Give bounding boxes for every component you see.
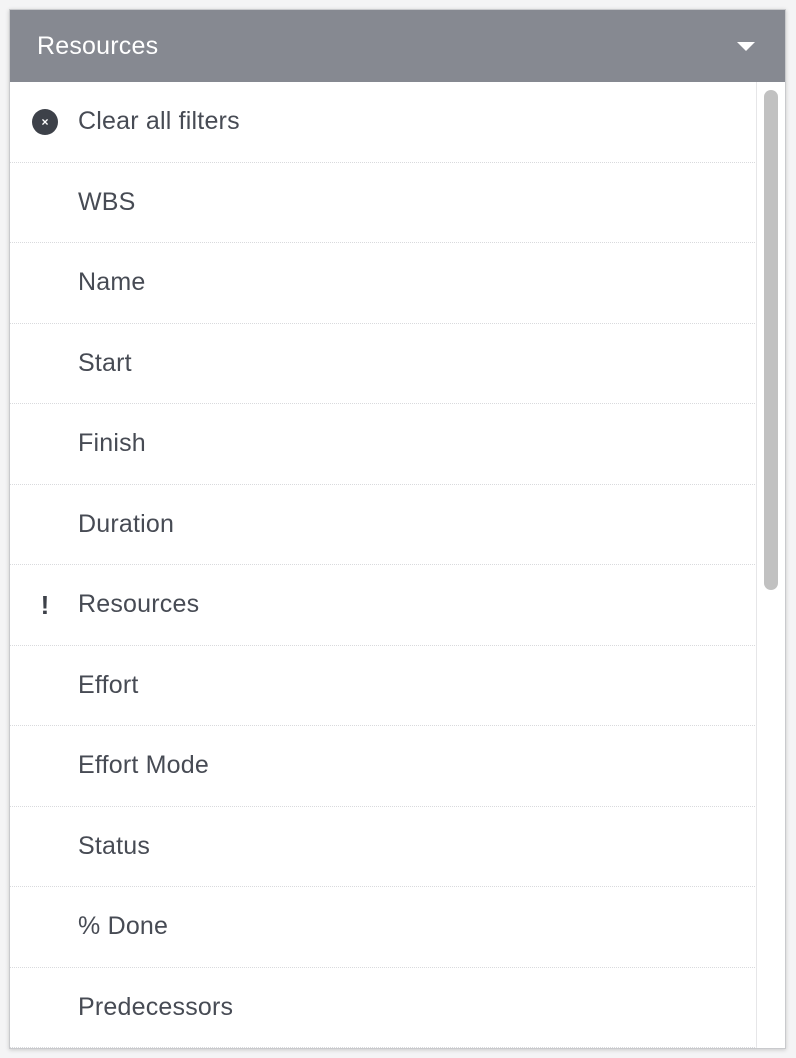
menu-item-label: Start <box>78 348 132 377</box>
menu-item-finish[interactable]: Finish <box>10 404 757 485</box>
dropdown-title: Resources <box>37 31 159 60</box>
menu-item-label: Predecessors <box>78 992 234 1021</box>
menu-item-label: Effort Mode <box>78 751 209 780</box>
menu-item-label: Status <box>78 831 151 860</box>
clear-circle-x-icon: × <box>32 108 58 135</box>
menu-item-label: Effort <box>78 670 139 699</box>
filter-menu-list: × Clear all filters WBS Name Start Finis… <box>10 82 757 1048</box>
menu-item-percent-done[interactable]: % Done <box>10 887 757 968</box>
menu-item-label: Finish <box>78 429 146 458</box>
menu-item-wbs[interactable]: WBS <box>10 163 757 243</box>
scrollbar-thumb[interactable] <box>764 90 778 590</box>
menu-item-resources[interactable]: ! Resources <box>10 565 757 646</box>
exclamation-icon: ! <box>40 589 50 620</box>
scrollbar-track[interactable] <box>756 82 785 1048</box>
filter-dropdown-panel: Resources × Clear all filters WBS Name S… <box>9 9 786 1049</box>
menu-item-effort[interactable]: Effort <box>10 646 757 726</box>
menu-item-label: Name <box>78 268 146 297</box>
menu-item-label: % Done <box>78 912 169 941</box>
menu-item-start[interactable]: Start <box>10 324 757 404</box>
menu-item-effort-mode[interactable]: Effort Mode <box>10 726 757 807</box>
menu-item-duration[interactable]: Duration <box>10 485 757 565</box>
dropdown-header[interactable]: Resources <box>10 10 785 82</box>
menu-item-label: Duration <box>78 509 175 538</box>
menu-item-name[interactable]: Name <box>10 243 757 324</box>
caret-down-icon[interactable] <box>737 41 755 51</box>
menu-item-predecessors[interactable]: Predecessors <box>10 968 757 1048</box>
menu-item-clear-all-filters[interactable]: × Clear all filters <box>10 82 757 163</box>
menu-item-label: WBS <box>78 187 136 216</box>
menu-item-label: Clear all filters <box>78 107 240 136</box>
menu-item-label: Resources <box>78 590 200 619</box>
menu-item-status[interactable]: Status <box>10 807 757 887</box>
